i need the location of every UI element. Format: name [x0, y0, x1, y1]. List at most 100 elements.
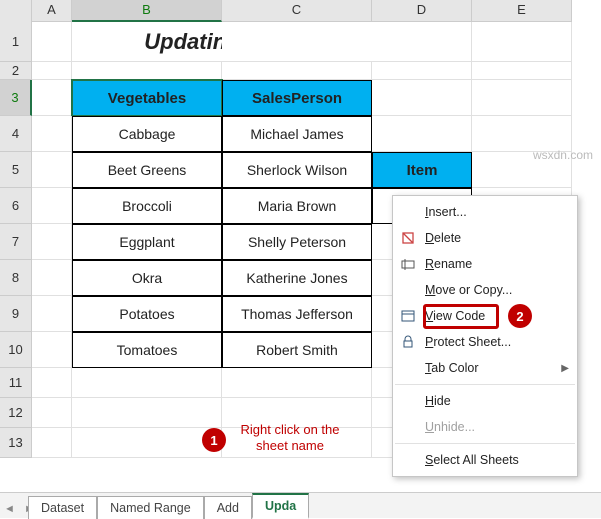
- cell-A2[interactable]: [32, 62, 72, 80]
- row-header-11[interactable]: 11: [0, 368, 32, 398]
- cell-C2[interactable]: [222, 62, 372, 80]
- cell-A3[interactable]: [32, 80, 72, 116]
- cell-A5[interactable]: [32, 152, 72, 188]
- callout-line2: sheet name: [256, 438, 324, 453]
- cell-A12[interactable]: [32, 398, 72, 428]
- row-header-12[interactable]: 12: [0, 398, 32, 428]
- cell-A13[interactable]: [32, 428, 72, 458]
- table-cell[interactable]: Maria Brown: [222, 188, 372, 224]
- menu-delete-label: Delete: [425, 231, 461, 245]
- cell-D3[interactable]: [372, 80, 472, 116]
- sheet-context-menu: Insert... Delete Rename Move or Copy... …: [392, 195, 578, 477]
- menu-delete[interactable]: Delete: [393, 225, 577, 251]
- table-header-0[interactable]: Vegetables: [72, 80, 222, 116]
- cell-A6[interactable]: [32, 188, 72, 224]
- sheet-tab-bar: ◄ ► DatasetNamed RangeAddUpda: [0, 492, 601, 518]
- protect-icon: [400, 334, 416, 350]
- select-all-corner[interactable]: [0, 0, 32, 22]
- cell-D1[interactable]: [372, 22, 472, 62]
- menu-protect-sheet[interactable]: Protect Sheet...: [393, 329, 577, 355]
- table-cell[interactable]: Broccoli: [72, 188, 222, 224]
- menu-separator-1: [395, 384, 575, 385]
- callout-text: Right click on the sheet name: [230, 422, 350, 455]
- menu-view-code[interactable]: View Code: [393, 303, 577, 329]
- menu-rename-label: Rename: [425, 257, 472, 271]
- menu-move-label: Move or Copy...: [425, 283, 512, 297]
- menu-insert-label: Insert...: [425, 205, 467, 219]
- cell-B2[interactable]: [72, 62, 222, 80]
- table-cell[interactable]: Shelly Peterson: [222, 224, 372, 260]
- row-header-3[interactable]: 3: [0, 80, 32, 116]
- cell-C11[interactable]: [222, 368, 372, 398]
- menu-move-or-copy[interactable]: Move or Copy...: [393, 277, 577, 303]
- menu-unhide: Unhide...: [393, 414, 577, 440]
- row-header-4[interactable]: 4: [0, 116, 32, 152]
- menu-hide[interactable]: Hide: [393, 388, 577, 414]
- col-header-A[interactable]: A: [32, 0, 72, 22]
- sheet-tab-named-range[interactable]: Named Range: [97, 496, 204, 519]
- cell-B1[interactable]: Updating Dropdown List: [72, 22, 222, 62]
- col-header-C[interactable]: C: [222, 0, 372, 22]
- row-header-10[interactable]: 10: [0, 332, 32, 368]
- sheet-tab-update[interactable]: Upda: [252, 493, 309, 519]
- table-cell[interactable]: Robert Smith: [222, 332, 372, 368]
- sheet-tab-add[interactable]: Add: [204, 496, 252, 519]
- row-header-6[interactable]: 6: [0, 188, 32, 224]
- menu-tab-color[interactable]: Tab Color ▶: [393, 355, 577, 381]
- cell-A7[interactable]: [32, 224, 72, 260]
- menu-unhide-label: Unhide...: [425, 420, 475, 434]
- table-cell[interactable]: Potatoes: [72, 296, 222, 332]
- menu-insert[interactable]: Insert...: [393, 199, 577, 225]
- menu-tabcolor-label: Tab Color: [425, 361, 479, 375]
- row-header-5[interactable]: 5: [0, 152, 32, 188]
- row-header-13[interactable]: 13: [0, 428, 32, 458]
- col-header-E[interactable]: E: [472, 0, 572, 22]
- cell-E2[interactable]: [472, 62, 572, 80]
- callout-line1: Right click on the: [241, 422, 340, 437]
- menu-selectall-label: Select All Sheets: [425, 453, 519, 467]
- cell-D2[interactable]: [372, 62, 472, 80]
- col-header-B[interactable]: B: [72, 0, 222, 22]
- column-headers: ABCDE: [0, 0, 572, 22]
- cell-A8[interactable]: [32, 260, 72, 296]
- table-cell[interactable]: Sherlock Wilson: [222, 152, 372, 188]
- col-header-D[interactable]: D: [372, 0, 472, 22]
- table-cell[interactable]: Cabbage: [72, 116, 222, 152]
- step-1-badge: 1: [202, 428, 226, 452]
- cell-A4[interactable]: [32, 116, 72, 152]
- cell-B13[interactable]: [72, 428, 222, 458]
- item-header[interactable]: Item: [372, 152, 472, 188]
- table-cell[interactable]: Eggplant: [72, 224, 222, 260]
- menu-rename[interactable]: Rename: [393, 251, 577, 277]
- row-header-8[interactable]: 8: [0, 260, 32, 296]
- table-cell[interactable]: Katherine Jones: [222, 260, 372, 296]
- cell-A10[interactable]: [32, 332, 72, 368]
- row-header-9[interactable]: 9: [0, 296, 32, 332]
- table-cell[interactable]: Thomas Jefferson: [222, 296, 372, 332]
- menu-separator-2: [395, 443, 575, 444]
- submenu-arrow-icon: ▶: [561, 363, 569, 374]
- cell-E4[interactable]: [472, 116, 572, 152]
- row-header-7[interactable]: 7: [0, 224, 32, 260]
- cell-E1[interactable]: [472, 22, 572, 62]
- cell-A9[interactable]: [32, 296, 72, 332]
- row-header-2[interactable]: 2: [0, 62, 32, 80]
- table-header-1[interactable]: SalesPerson: [222, 80, 372, 116]
- table-cell[interactable]: Beet Greens: [72, 152, 222, 188]
- cell-C1[interactable]: [222, 22, 372, 62]
- cell-B11[interactable]: [72, 368, 222, 398]
- cell-A1[interactable]: [32, 22, 72, 62]
- cell-B12[interactable]: [72, 398, 222, 428]
- row-header-1[interactable]: 1: [0, 22, 32, 62]
- table-cell[interactable]: Okra: [72, 260, 222, 296]
- table-cell[interactable]: Michael James: [222, 116, 372, 152]
- sheet-tab-dataset[interactable]: Dataset: [28, 496, 97, 519]
- watermark: wsxdn.com: [533, 148, 593, 162]
- menu-protect-label: Protect Sheet...: [425, 335, 511, 349]
- menu-select-all-sheets[interactable]: Select All Sheets: [393, 447, 577, 473]
- rename-icon: [400, 256, 416, 272]
- cell-A11[interactable]: [32, 368, 72, 398]
- cell-D4[interactable]: [372, 116, 472, 152]
- table-cell[interactable]: Tomatoes: [72, 332, 222, 368]
- cell-E3[interactable]: [472, 80, 572, 116]
